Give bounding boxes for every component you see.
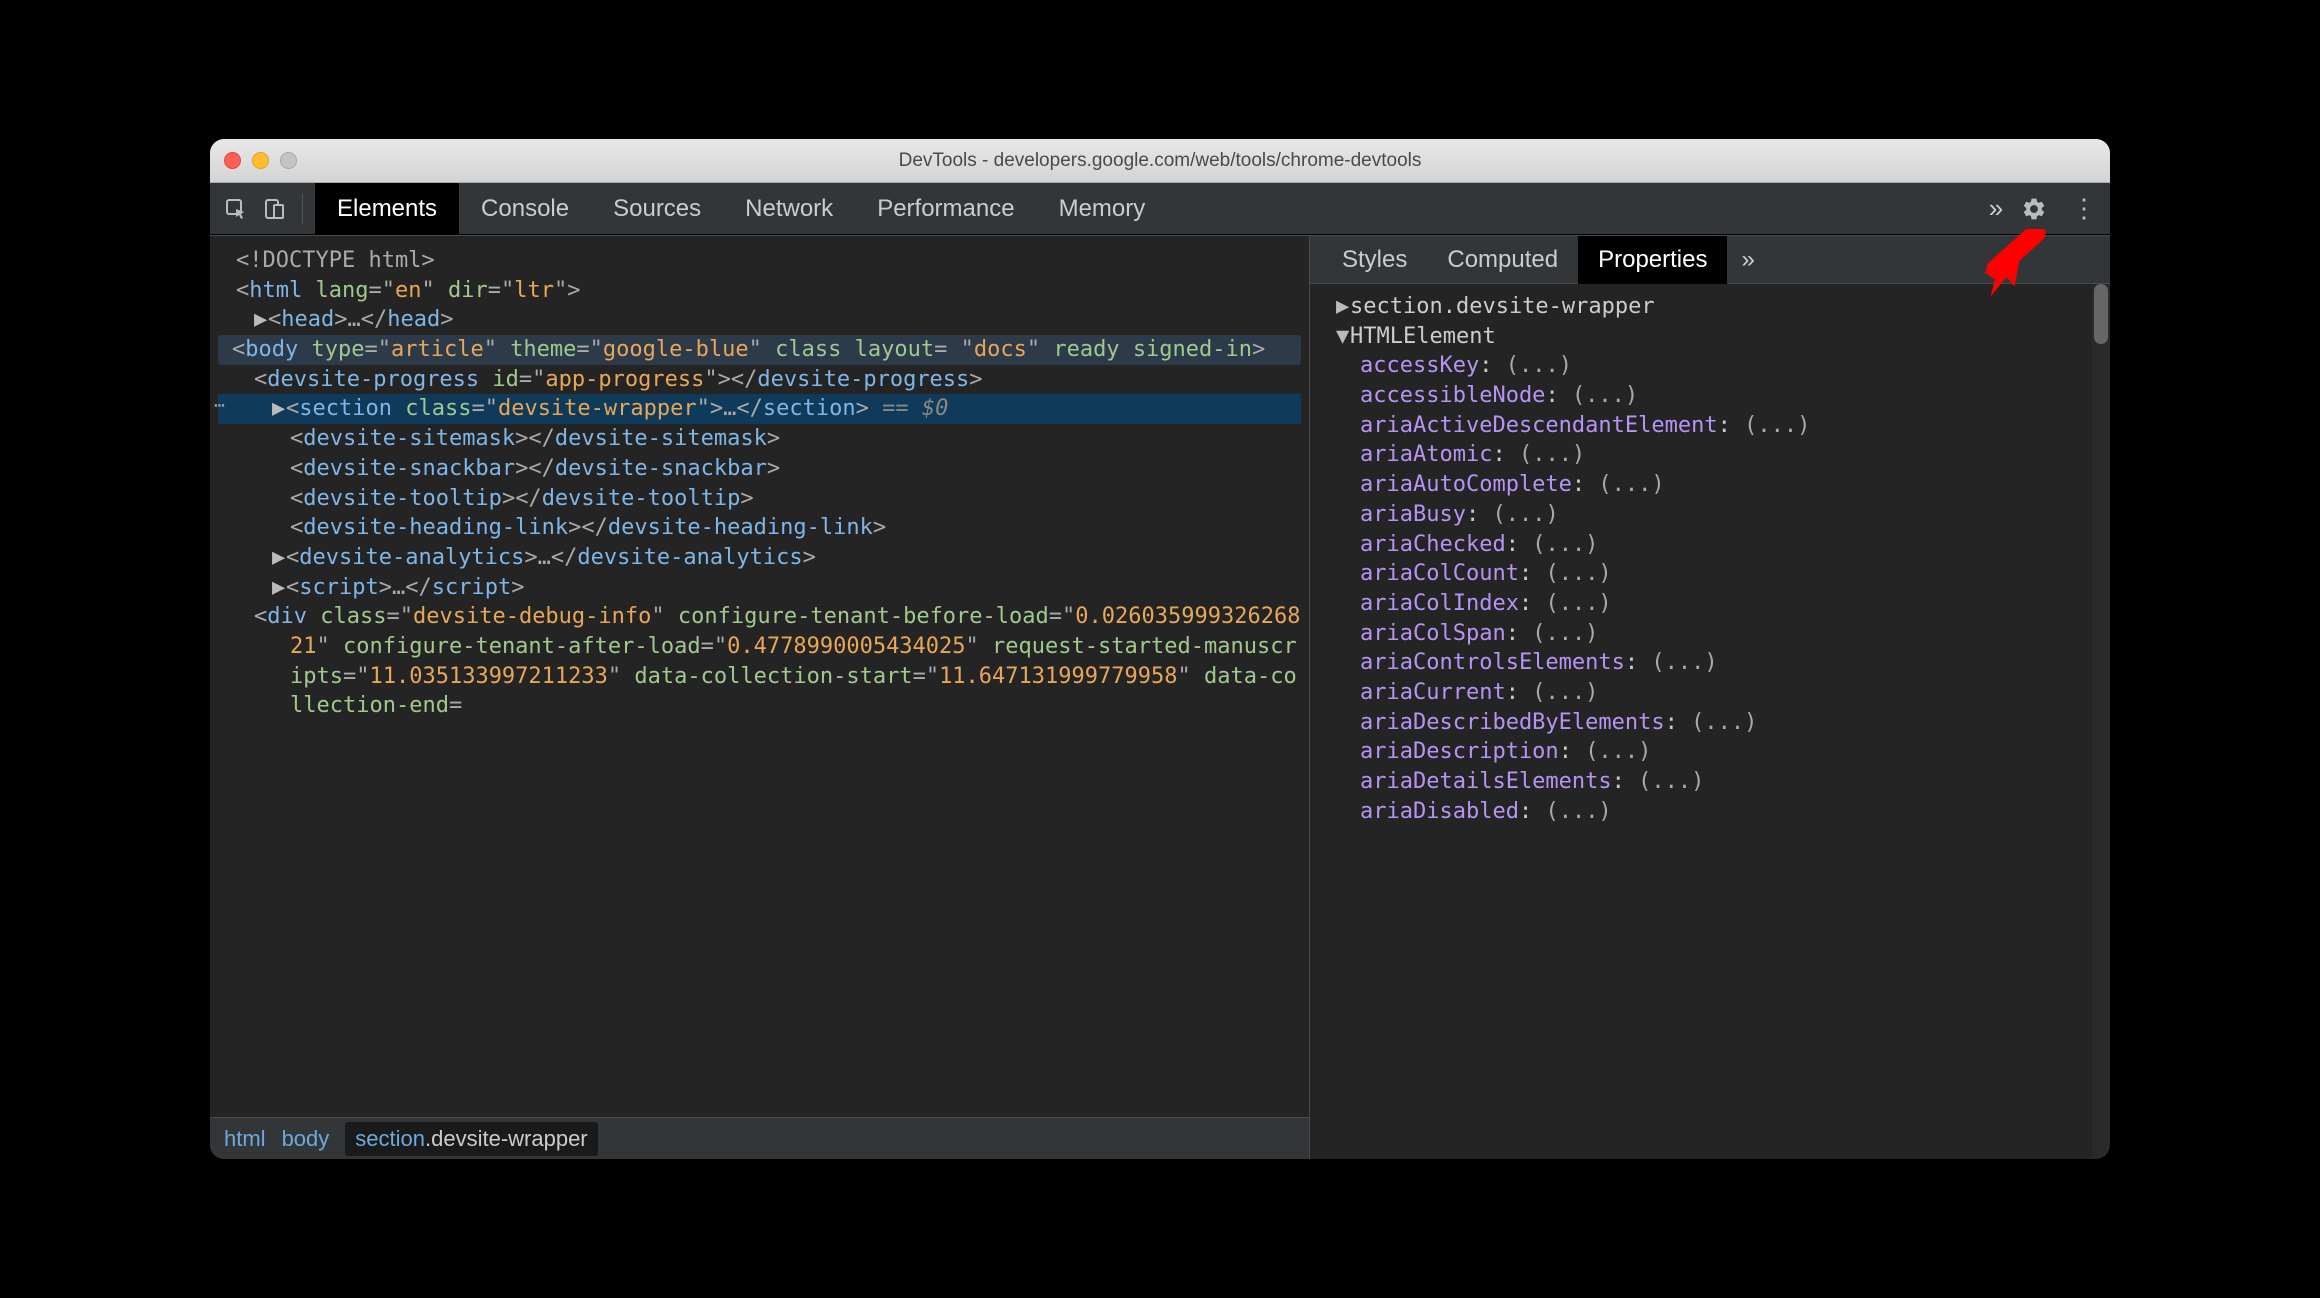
content-area: <!DOCTYPE html><html lang="en" dir="ltr"… [210, 235, 2110, 1159]
dom-line-selected[interactable]: ▶<section class="devsite-wrapper">…</sec… [218, 394, 1301, 424]
property-row[interactable]: ▼ HTMLElement [1316, 322, 2104, 352]
sidebar-tabs: StylesComputedProperties» [1310, 236, 2110, 284]
property-row[interactable]: ariaColCount: (...) [1316, 559, 2104, 589]
inspect-icon[interactable] [220, 193, 252, 225]
dom-line[interactable]: <devsite-snackbar></devsite-snackbar> [218, 454, 1301, 484]
property-row[interactable]: ariaCurrent: (...) [1316, 678, 2104, 708]
property-row[interactable]: accessibleNode: (...) [1316, 381, 2104, 411]
breadcrumb-item[interactable]: html [224, 1126, 266, 1152]
sidebar-tab-computed[interactable]: Computed [1427, 236, 1578, 284]
property-row[interactable]: ariaActiveDescendantElement: (...) [1316, 411, 2104, 441]
property-row[interactable]: ariaChecked: (...) [1316, 530, 2104, 560]
dom-line[interactable]: ▶<head>…</head> [218, 305, 1301, 335]
tab-console[interactable]: Console [459, 183, 591, 235]
properties-pane[interactable]: ▶ section.devsite-wrapper ▼ HTMLElementa… [1310, 284, 2110, 1159]
toolbar-right: ⋮ [2018, 193, 2100, 225]
property-row[interactable]: ▶ section.devsite-wrapper [1316, 292, 2104, 322]
dom-line[interactable]: <html lang="en" dir="ltr"> [218, 276, 1301, 306]
titlebar: DevTools - developers.google.com/web/too… [210, 139, 2110, 183]
dom-line[interactable]: <devsite-tooltip></devsite-tooltip> [218, 484, 1301, 514]
dom-line[interactable]: <devsite-sitemask></devsite-sitemask> [218, 424, 1301, 454]
tab-elements[interactable]: Elements [315, 183, 459, 235]
dom-line[interactable]: ▼<body type="article" theme="google-blue… [218, 335, 1301, 365]
scrollbar-thumb[interactable] [2094, 284, 2108, 344]
sidebar-tab-styles[interactable]: Styles [1322, 236, 1427, 284]
dom-line[interactable]: <devsite-heading-link></devsite-heading-… [218, 513, 1301, 543]
dom-line[interactable]: ▶<script>…</script> [218, 573, 1301, 603]
dom-line[interactable]: ▶<devsite-analytics>…</devsite-analytics… [218, 543, 1301, 573]
property-row[interactable]: ariaDescribedByElements: (...) [1316, 708, 2104, 738]
kebab-menu-icon[interactable]: ⋮ [2068, 193, 2100, 225]
property-row[interactable]: ariaAutoComplete: (...) [1316, 470, 2104, 500]
breadcrumb-item[interactable]: body [282, 1126, 330, 1152]
property-row[interactable]: ariaDescription: (...) [1316, 737, 2104, 767]
dom-line[interactable]: <devsite-progress id="app-progress"></de… [218, 365, 1301, 395]
sidebar-panel: StylesComputedProperties» ▶ section.devs… [1310, 236, 2110, 1159]
sidebar-more-tabs-icon[interactable]: » [1727, 236, 1768, 284]
dom-line[interactable]: <div class="devsite-debug-info" configur… [218, 602, 1301, 721]
property-row[interactable]: ariaAtomic: (...) [1316, 440, 2104, 470]
devtools-window: DevTools - developers.google.com/web/too… [210, 139, 2110, 1159]
tab-network[interactable]: Network [723, 183, 855, 235]
tab-performance[interactable]: Performance [855, 183, 1036, 235]
property-row[interactable]: ariaControlsElements: (...) [1316, 648, 2104, 678]
device-toggle-icon[interactable] [258, 193, 290, 225]
tab-memory[interactable]: Memory [1037, 183, 1168, 235]
property-row[interactable]: ariaDisabled: (...) [1316, 797, 2104, 827]
dom-tree[interactable]: <!DOCTYPE html><html lang="en" dir="ltr"… [210, 236, 1309, 1117]
main-tabs: ElementsConsoleSourcesNetworkPerformance… [315, 183, 1974, 235]
elements-panel: <!DOCTYPE html><html lang="en" dir="ltr"… [210, 236, 1310, 1159]
breadcrumb: html body section.devsite-wrapper [210, 1117, 1309, 1159]
property-row[interactable]: ariaColSpan: (...) [1316, 619, 2104, 649]
property-row[interactable]: ariaDetailsElements: (...) [1316, 767, 2104, 797]
dom-line[interactable]: <!DOCTYPE html> [218, 246, 1301, 276]
toolbar-separator [302, 194, 303, 224]
breadcrumb-item[interactable]: section.devsite-wrapper [345, 1122, 597, 1156]
property-row[interactable]: accessKey: (...) [1316, 351, 2104, 381]
window-title: DevTools - developers.google.com/web/too… [210, 150, 2110, 172]
settings-icon[interactable] [2018, 193, 2050, 225]
sidebar-tab-properties[interactable]: Properties [1578, 236, 1727, 284]
property-row[interactable]: ariaColIndex: (...) [1316, 589, 2104, 619]
property-row[interactable]: ariaBusy: (...) [1316, 500, 2104, 530]
main-toolbar: ElementsConsoleSourcesNetworkPerformance… [210, 183, 2110, 235]
gutter-actions-icon[interactable]: ⋯ [214, 394, 227, 418]
scrollbar[interactable] [2092, 284, 2110, 1159]
tab-sources[interactable]: Sources [591, 183, 723, 235]
more-tabs-icon[interactable]: » [1980, 193, 2012, 225]
